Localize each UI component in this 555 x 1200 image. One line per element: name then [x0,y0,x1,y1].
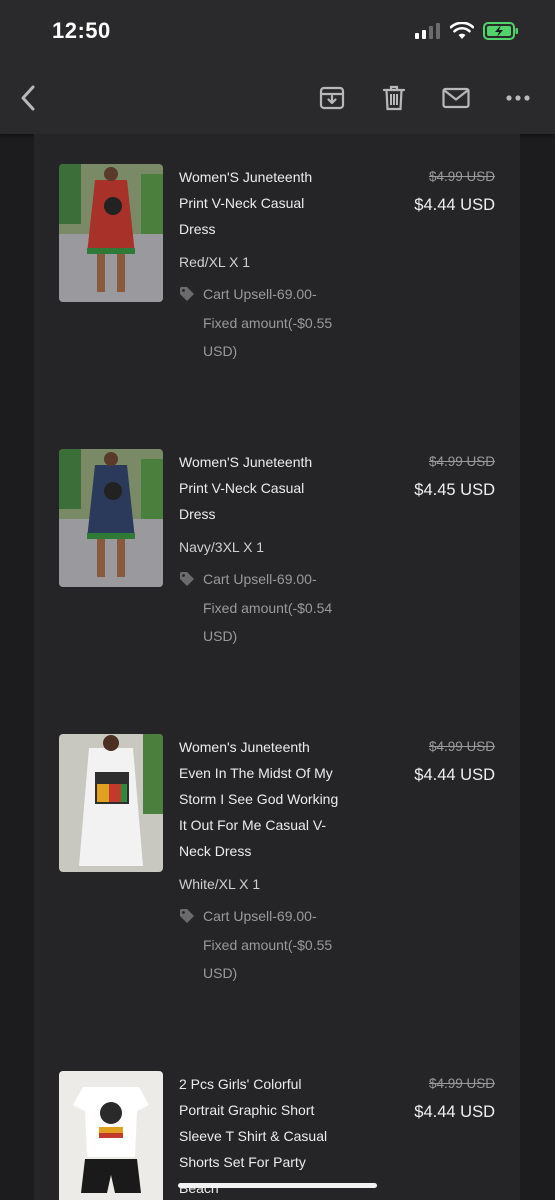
status-time: 12:50 [52,18,111,43]
back-button[interactable] [8,78,48,118]
product-details: Women's Juneteenth Even In The Midst Of … [179,734,339,988]
tag-icon [180,909,194,923]
product-image[interactable] [59,734,163,872]
discount-info: Cart Upsell-69.00-Fixed amount(-$0.55 US… [179,280,339,366]
battery-charging-icon [483,22,518,40]
original-price: $4.99 USD [428,739,495,754]
status-bar: 12:50 [0,0,555,64]
product-details: 2 Pcs Girls' Colorful Portrait Graphic S… [179,1071,339,1200]
discount-text: Cart Upsell-69.00-Fixed amount(-$0.55 US… [203,286,333,359]
original-price: $4.99 USD [428,1076,495,1091]
product-variant: Red/XL X 1 [179,254,251,270]
product-details: Women'S Juneteenth Print V-Neck Casual D… [179,449,339,651]
more-icon [506,95,530,101]
product-image[interactable] [59,449,163,587]
discounted-price: $4.44 USD [414,1103,495,1121]
wifi-icon [450,22,474,39]
original-price: $4.99 USD [428,454,495,469]
cellular-signal-icon [415,23,440,39]
delete-button[interactable] [374,78,414,118]
archive-icon [319,86,345,110]
product-title[interactable]: Women's Juneteenth Even In The Midst Of … [179,734,339,864]
product-image[interactable] [59,164,163,302]
archive-button[interactable] [312,78,352,118]
mail-icon [442,87,470,109]
trash-icon [382,85,406,111]
product-title[interactable]: 2 Pcs Girls' Colorful Portrait Graphic S… [179,1071,339,1200]
mail-button[interactable] [436,78,476,118]
price-block: $4.99 USD $4.44 USD [414,164,495,218]
original-price: $4.99 USD [428,169,495,184]
discount-text: Cart Upsell-69.00-Fixed amount(-$0.55 US… [203,908,333,981]
discounted-price: $4.45 USD [414,481,495,499]
discount-info: Cart Upsell-69.00-Fixed amount(-$0.54 US… [179,565,339,651]
product-title[interactable]: Women'S Juneteenth Print V-Neck Casual D… [179,449,339,527]
home-indicator[interactable] [178,1183,377,1188]
product-details: Women'S Juneteenth Print V-Neck Casual D… [179,164,339,366]
tag-icon [180,287,194,301]
product-variant: Navy/3XL X 1 [179,539,265,555]
discounted-price: $4.44 USD [414,766,495,784]
price-block: $4.99 USD $4.44 USD [414,734,495,788]
product-title[interactable]: Women'S Juneteenth Print V-Neck Casual D… [179,164,339,242]
price-block: $4.99 USD $4.44 USD [414,1071,495,1125]
discount-text: Cart Upsell-69.00-Fixed amount(-$0.54 US… [203,571,333,644]
product-image[interactable] [59,1071,163,1200]
price-block: $4.99 USD $4.45 USD [414,449,495,503]
email-body: Women'S Juneteenth Print V-Neck Casual D… [34,134,520,1200]
more-button[interactable] [498,78,538,118]
mail-toolbar [0,64,555,134]
product-variant: White/XL X 1 [179,876,261,892]
discount-info: Cart Upsell-69.00-Fixed amount(-$0.55 US… [179,902,339,988]
tag-icon [180,572,194,586]
back-arrow-icon [21,85,35,111]
status-icons [415,22,519,40]
discounted-price: $4.44 USD [414,196,495,214]
